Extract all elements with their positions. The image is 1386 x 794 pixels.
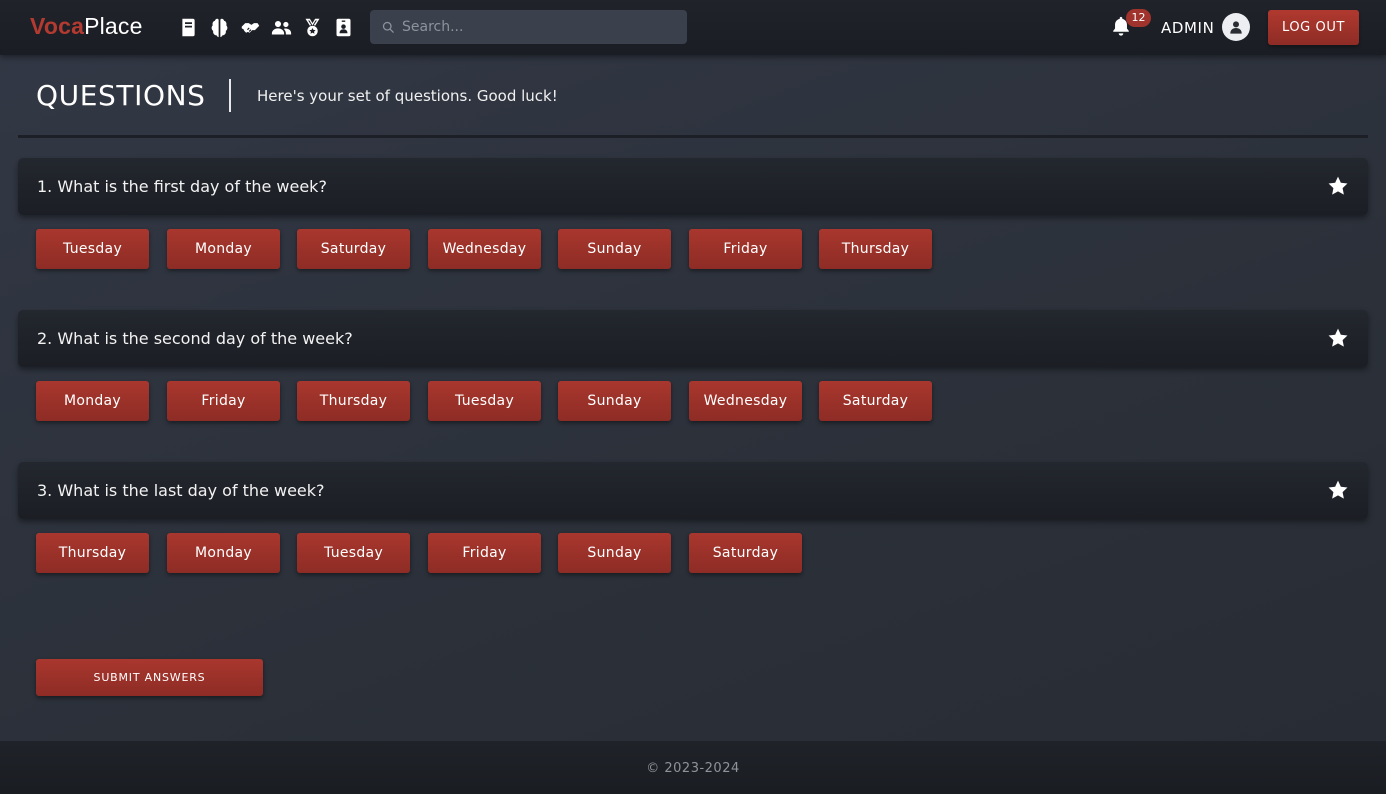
answer-button[interactable]: Monday [36, 381, 149, 421]
question-text: 2. What is the second day of the week? [37, 329, 353, 348]
answer-button[interactable]: Friday [689, 229, 802, 269]
logo-part-place: Place [84, 13, 143, 39]
answer-button[interactable]: Tuesday [36, 229, 149, 269]
logo[interactable]: VocaPlace [30, 13, 143, 40]
search-icon [382, 21, 394, 33]
answer-button[interactable]: Sunday [558, 229, 671, 269]
title-divider [229, 79, 231, 112]
avatar[interactable] [1222, 13, 1250, 41]
answer-button[interactable]: Sunday [558, 381, 671, 421]
question-card-2: 2. What is the second day of the week? [18, 310, 1368, 367]
answer-button[interactable]: Friday [167, 381, 280, 421]
answer-button[interactable]: Thursday [819, 229, 932, 269]
footer: © 2023-2024 [0, 741, 1386, 794]
id-badge-icon[interactable] [332, 16, 355, 39]
book-icon[interactable] [177, 16, 200, 39]
answer-button[interactable]: Wednesday [428, 229, 541, 269]
answer-button[interactable]: Sunday [558, 533, 671, 573]
notification-badge: 12 [1126, 9, 1151, 27]
answer-button[interactable]: Tuesday [297, 533, 410, 573]
footer-copyright: © 2023-2024 [646, 761, 740, 776]
logout-button[interactable]: LOG OUT [1268, 10, 1359, 45]
user-name[interactable]: ADMIN [1161, 19, 1214, 37]
answer-button[interactable]: Saturday [297, 229, 410, 269]
answer-button[interactable]: Monday [167, 533, 280, 573]
search-box [370, 10, 687, 44]
brain-icon[interactable] [208, 16, 231, 39]
star-icon[interactable] [1327, 327, 1351, 351]
page-title: QUESTIONS [36, 79, 206, 112]
answer-button[interactable]: Saturday [819, 381, 932, 421]
answer-button[interactable]: Tuesday [428, 381, 541, 421]
handshake-icon[interactable] [239, 16, 262, 39]
answer-button[interactable]: Monday [167, 229, 280, 269]
star-icon[interactable] [1327, 479, 1351, 503]
answer-button[interactable]: Wednesday [689, 381, 802, 421]
logo-part-voca: Voca [30, 13, 85, 39]
question-card-3: 3. What is the last day of the week? [18, 462, 1368, 519]
answer-button[interactable]: Thursday [36, 533, 149, 573]
submit-answers-button[interactable]: SUBMIT ANSWERS [36, 659, 263, 696]
answer-button[interactable]: Saturday [689, 533, 802, 573]
users-icon[interactable] [270, 16, 293, 39]
user-icon [1230, 21, 1242, 34]
nav-icon-group [177, 16, 355, 39]
page-subtitle: Here's your set of questions. Good luck! [257, 87, 558, 105]
star-icon[interactable] [1327, 175, 1351, 199]
answer-button[interactable]: Friday [428, 533, 541, 573]
question-text: 3. What is the last day of the week? [37, 481, 325, 500]
question-card-1: 1. What is the first day of the week? [18, 158, 1368, 215]
navbar: VocaPlace 12 ADMIN LOG OUT [0, 0, 1386, 55]
header-divider [18, 135, 1368, 138]
search-input[interactable] [402, 19, 682, 35]
question-text: 1. What is the first day of the week? [37, 177, 327, 196]
medal-icon[interactable] [301, 16, 324, 39]
answer-button[interactable]: Thursday [297, 381, 410, 421]
